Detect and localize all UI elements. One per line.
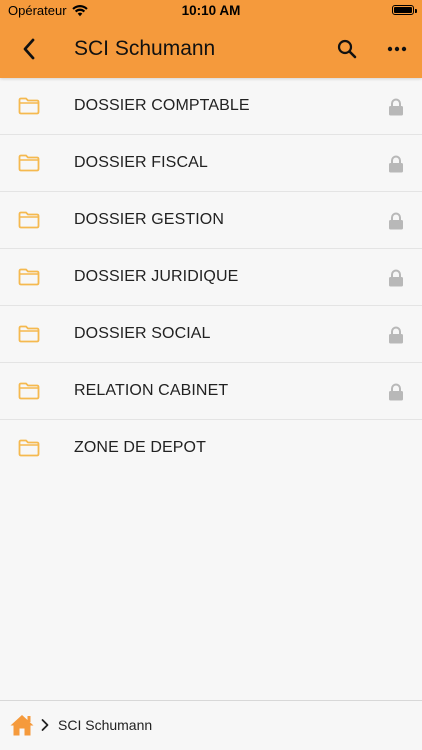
folder-row[interactable]: RELATION CABINET [0,363,422,420]
back-button[interactable] [14,34,44,64]
lock-icon [389,383,403,401]
folder-label: DOSSIER JURIDIQUE [74,268,239,285]
folder-icon [18,97,40,115]
breadcrumb-current[interactable]: SCI Schumann [58,717,152,733]
search-button[interactable] [333,35,361,63]
folder-row[interactable]: DOSSIER GESTION [0,192,422,249]
folder-label: DOSSIER SOCIAL [74,325,211,342]
folder-label: ZONE DE DEPOT [74,439,206,456]
lock-icon [389,269,403,287]
folder-icon [18,439,40,457]
folder-label: RELATION CABINET [74,382,229,399]
lock-icon [389,212,403,230]
lock-icon [389,98,403,116]
lock-icon [389,326,403,344]
folder-list: DOSSIER COMPTABLE DOSSIER FISCAL DOSSIER… [0,78,422,477]
chevron-right-icon [41,719,49,731]
page-title: SCI Schumann [74,37,216,60]
battery-icon [392,5,417,15]
folder-icon [18,382,40,400]
folder-row[interactable]: DOSSIER SOCIAL [0,306,422,363]
folder-row[interactable]: ZONE DE DEPOT [0,420,422,477]
lock-icon [389,155,403,173]
folder-label: DOSSIER COMPTABLE [74,97,250,114]
folder-icon [18,325,40,343]
folder-label: DOSSIER GESTION [74,211,224,228]
chevron-left-icon [23,38,35,60]
folder-row[interactable]: DOSSIER FISCAL [0,135,422,192]
ellipsis-icon [387,46,407,52]
nav-bar: SCI Schumann [0,22,422,78]
folder-row[interactable]: DOSSIER COMPTABLE [0,78,422,135]
folder-icon [18,211,40,229]
app-header: Opérateur 10:10 AM SCI Schumann [0,0,422,78]
battery-fill [394,7,412,13]
folder-label: DOSSIER FISCAL [74,154,208,171]
search-icon [337,39,357,59]
status-bar: Opérateur 10:10 AM [0,0,422,22]
folder-icon [18,268,40,286]
home-icon[interactable] [9,713,35,737]
breadcrumb: SCI Schumann [0,700,422,750]
folder-row[interactable]: DOSSIER JURIDIQUE [0,249,422,306]
folder-icon [18,154,40,172]
status-time: 10:10 AM [181,3,241,18]
more-options-button[interactable] [383,35,411,63]
